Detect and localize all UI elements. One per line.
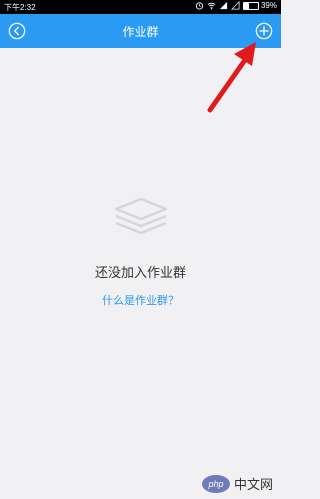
battery-icon bbox=[242, 1, 259, 10]
status-icons: 39% bbox=[195, 1, 277, 10]
php-logo: php bbox=[201, 474, 230, 493]
signal-icon-2 bbox=[231, 1, 240, 10]
layers-stack-icon bbox=[114, 197, 168, 235]
watermark-site: 中文网 bbox=[233, 477, 273, 492]
alarm-icon bbox=[195, 2, 204, 10]
wifi-icon bbox=[207, 2, 216, 10]
battery-percent: 39% bbox=[260, 1, 277, 10]
status-time: 下午2:32 bbox=[4, 3, 36, 12]
watermark: php 中文网 bbox=[201, 474, 273, 493]
what-is-group-link[interactable]: 什么是作业群？ bbox=[0, 292, 281, 308]
status-bar: 下午2:32 39% bbox=[0, 0, 281, 14]
annotation-arrow-icon bbox=[207, 42, 256, 113]
empty-state-message: 还没加入作业群 bbox=[94, 266, 186, 281]
battery-indicator: 39% bbox=[242, 1, 277, 10]
signal-icon bbox=[219, 1, 228, 10]
